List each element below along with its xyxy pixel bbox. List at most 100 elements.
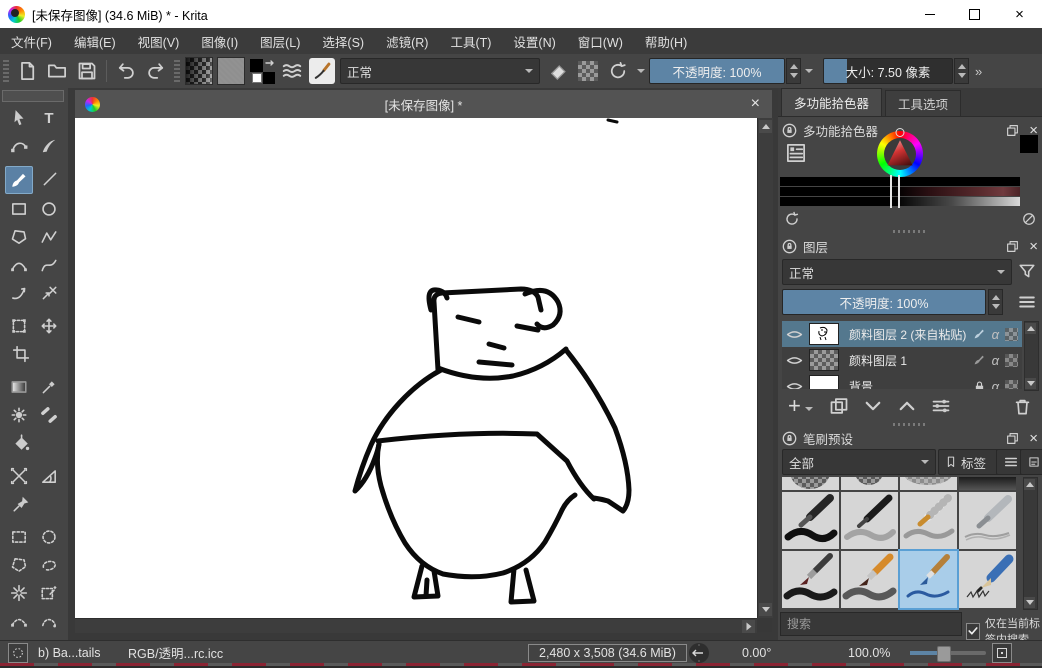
tool-reference-images[interactable] <box>8 491 34 517</box>
pattern-selector[interactable] <box>217 57 245 85</box>
duplicate-layer-button[interactable] <box>829 396 849 416</box>
canvas-hscrollbar[interactable] <box>75 618 757 633</box>
close-button[interactable]: × <box>997 0 1042 28</box>
save-button[interactable] <box>74 58 100 84</box>
preset-display-button[interactable] <box>1020 449 1042 475</box>
open-document-button[interactable] <box>44 58 70 84</box>
layer-blend-mode-dropdown[interactable]: 正常 <box>782 259 1012 285</box>
foreground-background-colors[interactable] <box>249 58 275 84</box>
tool-ellipse-select[interactable] <box>36 524 62 550</box>
preset-filter-dropdown[interactable]: 全部 <box>782 449 936 475</box>
preset-pencil-blue[interactable] <box>959 551 1016 608</box>
float-panel-icon[interactable] <box>1006 124 1019 137</box>
layer-style-icon[interactable] <box>972 353 986 367</box>
scroll-down-button[interactable] <box>759 603 772 616</box>
scroll-down-button[interactable] <box>1024 597 1035 608</box>
eraser-mode-button[interactable] <box>545 58 571 84</box>
tool-bezier-curve[interactable] <box>6 252 32 278</box>
no-color-icon[interactable] <box>1022 212 1036 226</box>
tool-edit-shapes[interactable] <box>6 133 32 159</box>
tool-gradient[interactable] <box>6 374 32 400</box>
menu-select[interactable]: 选择(S) <box>311 32 375 51</box>
tool-bezier-select[interactable] <box>6 608 32 634</box>
tool-transform[interactable] <box>6 313 32 339</box>
tool-assistants[interactable] <box>6 463 32 489</box>
preset-ink-pen-silver[interactable] <box>959 492 1016 549</box>
tool-pattern-edit[interactable] <box>6 402 32 428</box>
menu-settings[interactable]: 设置(N) <box>502 32 566 51</box>
preset-watercolor-selected[interactable] <box>900 551 957 608</box>
color-bar-hue[interactable] <box>780 177 1020 186</box>
visibility-eye-icon[interactable] <box>786 352 803 369</box>
move-layer-down-button[interactable] <box>863 396 883 416</box>
preset-ink-pen-white[interactable] <box>900 492 957 549</box>
tool-text[interactable]: T <box>36 105 62 131</box>
rotation-reset[interactable] <box>688 641 710 664</box>
current-brush-name[interactable]: b) Ba...tails <box>38 641 101 664</box>
menu-view[interactable]: 视图(V) <box>127 32 191 51</box>
checkbox-checked[interactable] <box>966 623 980 640</box>
brush-size-slider[interactable]: 大小: 7.50 像素 <box>823 58 953 84</box>
preset-eraser-soft[interactable] <box>782 477 839 490</box>
padlock-icon[interactable] <box>973 380 986 390</box>
zoom-slider-handle[interactable] <box>937 646 951 662</box>
toolbar-overflow-button[interactable]: » <box>975 64 980 79</box>
layer-menu-icon[interactable] <box>1018 293 1036 311</box>
undo-button[interactable] <box>113 58 139 84</box>
layer-row[interactable]: 颜料图层 1 α <box>782 347 1022 374</box>
tool-fill[interactable] <box>8 430 34 456</box>
tool-rect-select[interactable] <box>6 524 32 550</box>
opacity-slider[interactable]: 不透明度: 100% <box>649 58 785 84</box>
tool-move[interactable] <box>36 313 62 339</box>
hue-knob[interactable] <box>896 128 905 137</box>
menu-layer[interactable]: 图层(L) <box>249 32 311 51</box>
preset-ink-pen-fine[interactable] <box>841 492 898 549</box>
size-spinner[interactable] <box>954 58 969 84</box>
minimize-button[interactable] <box>907 0 952 28</box>
filter-layers-icon[interactable] <box>1018 262 1036 280</box>
alpha-inherit-icon[interactable]: α <box>992 379 999 390</box>
layer-thumbnail[interactable] <box>809 375 839 389</box>
document-close-icon[interactable]: × <box>751 95 760 113</box>
add-layer-chevron-icon[interactable] <box>805 407 813 411</box>
refresh-icon[interactable] <box>784 211 800 227</box>
menu-filter[interactable]: 滤镜(R) <box>375 32 439 51</box>
preset-eraser-small[interactable] <box>900 477 957 490</box>
move-layer-up-button[interactable] <box>897 396 917 416</box>
lock-icon[interactable] <box>782 431 797 446</box>
tool-line[interactable] <box>37 166 63 192</box>
menu-help[interactable]: 帮助(H) <box>634 32 698 51</box>
layer-thumbnail[interactable] <box>809 349 839 371</box>
layer-row[interactable]: 颜料图层 2 (来自粘贴) α <box>782 321 1022 348</box>
menu-image[interactable]: 图像(I) <box>190 32 249 51</box>
tool-polygon-select[interactable] <box>6 552 32 578</box>
menu-edit[interactable]: 编辑(E) <box>63 32 127 51</box>
color-bar-red[interactable] <box>780 187 1020 196</box>
brush-option-lines-button[interactable] <box>279 58 305 84</box>
tool-color-picker[interactable] <box>36 374 62 400</box>
fit-zoom-button[interactable] <box>992 641 1012 664</box>
delete-layer-button[interactable] <box>1013 397 1032 416</box>
alpha-lock-icon[interactable] <box>1005 380 1018 390</box>
visibility-eye-icon[interactable] <box>786 326 803 343</box>
color-wheel[interactable] <box>877 131 923 177</box>
preset-grid-scrollbar[interactable] <box>1023 477 1038 610</box>
color-profile[interactable]: RGB/透明...rc.icc <box>128 641 223 664</box>
scroll-down-button[interactable] <box>1025 378 1036 389</box>
reload-preset-button[interactable] <box>605 58 631 84</box>
close-panel-icon[interactable]: × <box>1029 238 1038 255</box>
tool-magnetic-select[interactable] <box>36 608 62 634</box>
preset-paint-brush-dark[interactable] <box>782 551 839 608</box>
preset-search-input[interactable] <box>780 612 962 636</box>
tool-ellipse[interactable] <box>36 196 62 222</box>
tool-smart-patch[interactable] <box>36 402 62 428</box>
redo-button[interactable] <box>143 58 169 84</box>
selector-settings-icon[interactable] <box>786 143 806 163</box>
preset-paint-brush-orange[interactable] <box>841 551 898 608</box>
alpha-inherit-icon[interactable]: α <box>992 327 999 342</box>
lock-icon[interactable] <box>782 239 797 254</box>
tool-freehand-path[interactable] <box>36 252 62 278</box>
tool-polygon[interactable] <box>6 224 32 250</box>
tool-calligraphy[interactable] <box>36 133 62 159</box>
tool-transform-select[interactable] <box>6 105 32 131</box>
